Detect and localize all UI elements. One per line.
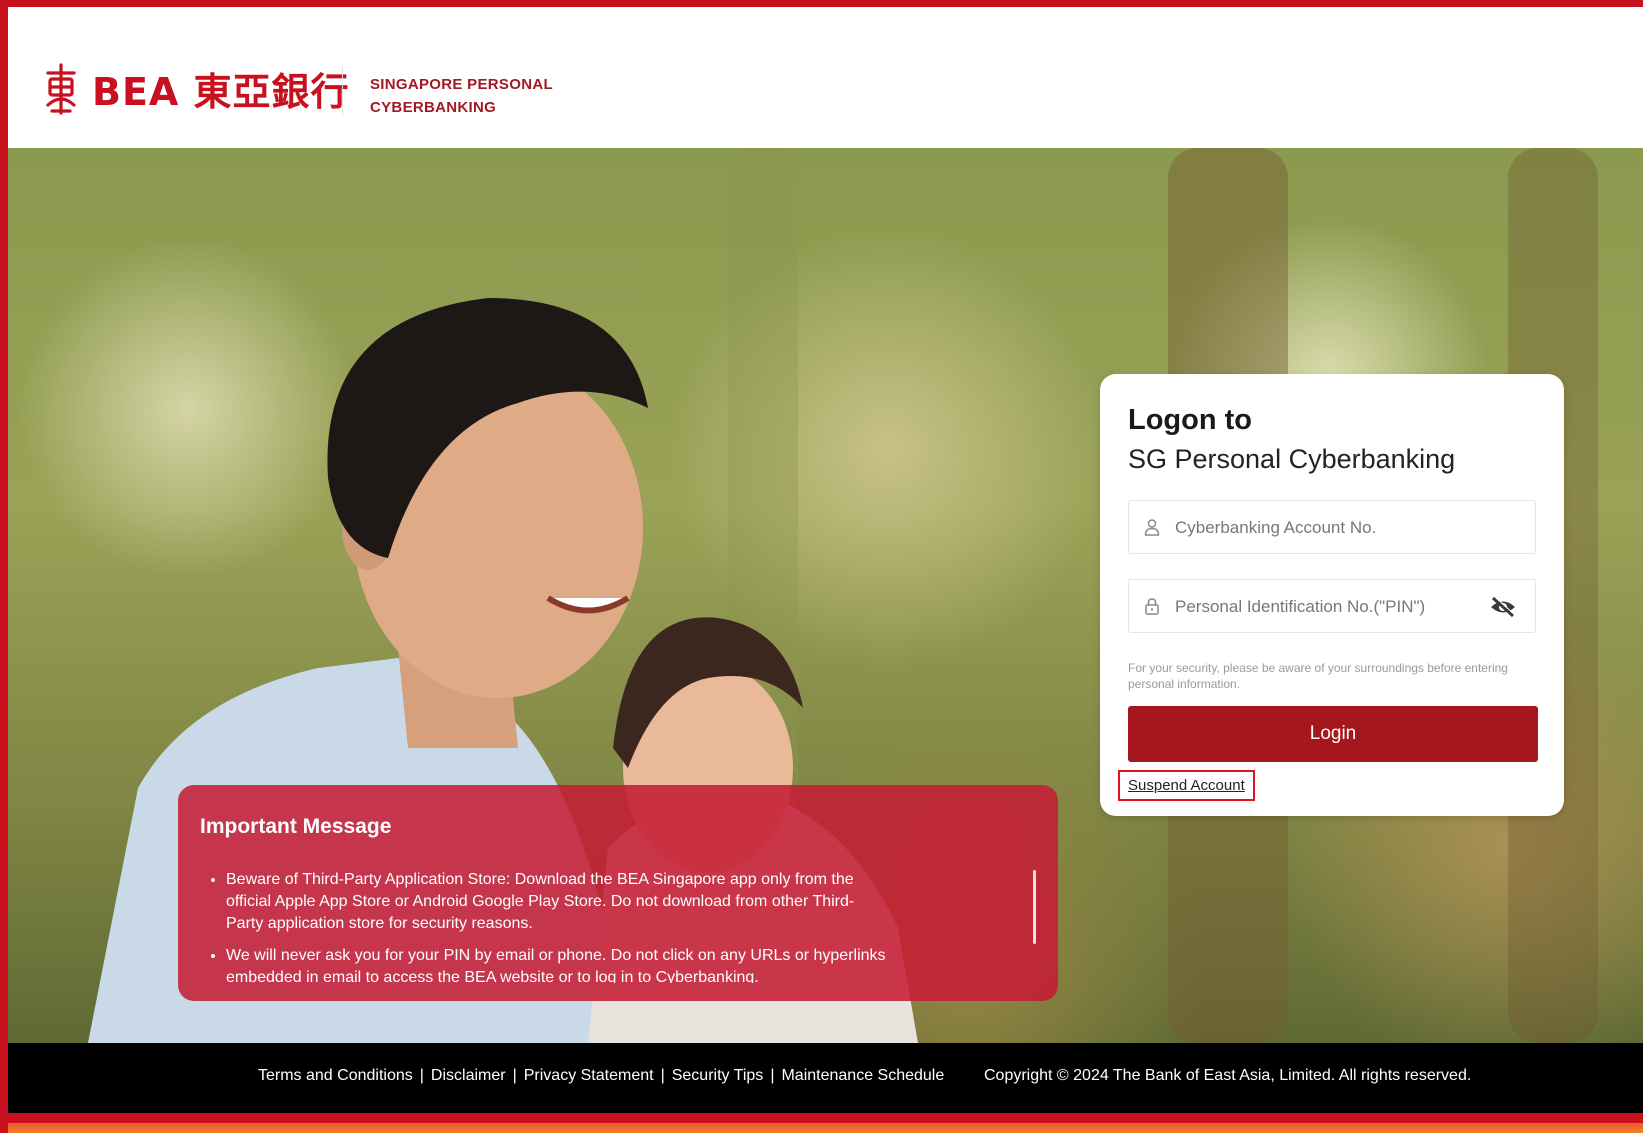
lock-icon xyxy=(1145,598,1159,615)
important-message-panel: Important Message Beware of Third-Party … xyxy=(178,785,1058,1001)
footer-separator: | xyxy=(660,1067,665,1084)
login-button[interactable]: Login xyxy=(1128,706,1538,762)
maintenance-schedule-link[interactable]: Maintenance Schedule xyxy=(781,1067,944,1084)
important-message-title: Important Message xyxy=(200,815,392,838)
login-subtitle: SG Personal Cyberbanking xyxy=(1128,444,1456,474)
disclaimer-link[interactable]: Disclaimer xyxy=(431,1067,506,1084)
bea-logo[interactable]: BEA 東亞銀行 xyxy=(44,61,350,116)
security-tips-link[interactable]: Security Tips xyxy=(672,1067,764,1084)
footer-copyright: Copyright © 2024 The Bank of East Asia, … xyxy=(984,1067,1472,1084)
footer-stripe xyxy=(8,1113,1643,1133)
account-input[interactable] xyxy=(1173,501,1497,555)
eye-slash-icon[interactable] xyxy=(1489,595,1517,619)
privacy-statement-link[interactable]: Privacy Statement xyxy=(524,1067,654,1084)
footer-separator: | xyxy=(512,1067,517,1084)
footer-separator: | xyxy=(770,1067,775,1084)
header-subtitle-line2: CYBERBANKING xyxy=(370,99,497,116)
footer-separator: | xyxy=(419,1067,424,1084)
message-item: We will never ask you for your PIN by em… xyxy=(226,945,886,983)
message-scrollbar[interactable] xyxy=(1033,870,1036,944)
pin-input[interactable] xyxy=(1173,580,1497,634)
security-note: For your security, please be aware of yo… xyxy=(1128,661,1508,691)
header-subtitle-line1: SINGAPORE PERSONAL xyxy=(370,76,553,93)
important-message-list[interactable]: Beware of Third-Party Application Store:… xyxy=(200,869,886,983)
header-subtitle: SINGAPORE PERSONAL CYBERBANKING xyxy=(370,73,553,119)
terms-link[interactable]: Terms and Conditions xyxy=(258,1067,413,1084)
message-item: Beware of Third-Party Application Store:… xyxy=(226,869,886,935)
user-icon xyxy=(1144,519,1160,536)
account-field[interactable] xyxy=(1128,500,1536,555)
top-border xyxy=(0,0,1643,7)
left-border xyxy=(0,0,8,1133)
site-header: BEA 東亞銀行 SINGAPORE PERSONAL CYBERBANKING xyxy=(8,7,1643,148)
header-divider xyxy=(342,67,343,115)
bea-logo-icon xyxy=(46,62,76,115)
login-title: Logon to xyxy=(1128,404,1253,436)
login-card: Logon to SG Personal Cyberbanking For yo… xyxy=(1100,374,1564,816)
bea-logo-text: BEA 東亞銀行 xyxy=(92,70,350,114)
pin-field[interactable] xyxy=(1128,579,1536,634)
suspend-account-link[interactable]: Suspend Account xyxy=(1118,770,1255,801)
site-footer: Terms and Conditions | Disclaimer | Privacy … xyxy=(8,1043,1643,1113)
footer-links: Terms and Conditions | Disclaimer | Privacy … xyxy=(258,1067,944,1085)
